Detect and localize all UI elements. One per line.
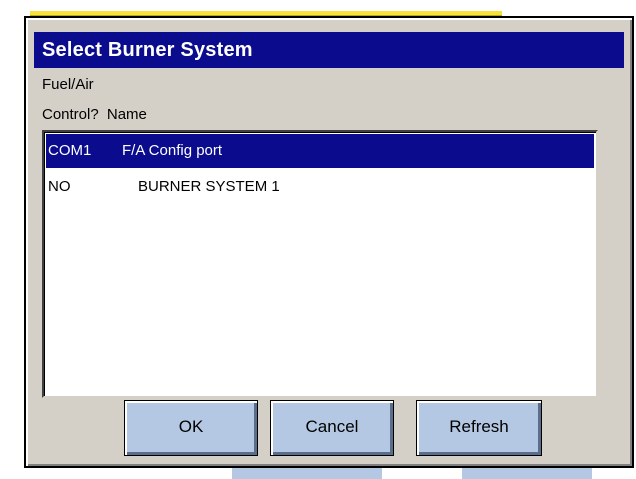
list-item-control: COM1 bbox=[48, 142, 92, 159]
list-item-control: NO bbox=[48, 178, 71, 195]
background-edge bbox=[0, 0, 2, 478]
refresh-button[interactable]: Refresh bbox=[416, 400, 542, 456]
cancel-button[interactable]: Cancel bbox=[270, 400, 394, 456]
list-item[interactable]: NO BURNER SYSTEM 1 bbox=[46, 170, 594, 204]
dialog-title: Select Burner System bbox=[34, 32, 624, 68]
ok-button[interactable]: OK bbox=[124, 400, 258, 456]
list-item-name: BURNER SYSTEM 1 bbox=[138, 178, 280, 195]
column-header-control: Control? bbox=[42, 106, 99, 123]
select-burner-dialog: Select Burner System Fuel/Air Control? N… bbox=[24, 16, 634, 468]
list-item[interactable]: COM1 F/A Config port bbox=[46, 134, 594, 168]
burner-system-list[interactable]: COM1 F/A Config port NO BURNER SYSTEM 1 bbox=[42, 130, 598, 398]
column-header-name: Name bbox=[106, 106, 147, 123]
column-headers: Control? Name bbox=[42, 106, 147, 123]
list-item-name: F/A Config port bbox=[122, 142, 223, 159]
column-header-fuel-air: Fuel/Air bbox=[42, 76, 94, 93]
